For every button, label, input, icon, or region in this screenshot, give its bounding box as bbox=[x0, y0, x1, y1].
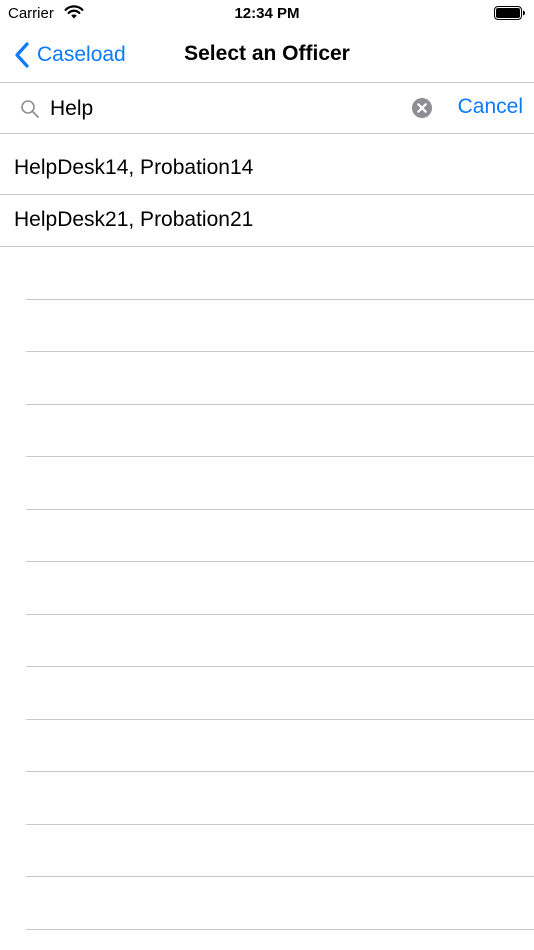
cancel-button[interactable]: Cancel bbox=[458, 95, 523, 119]
empty-row bbox=[26, 405, 534, 457]
empty-row bbox=[26, 615, 534, 667]
search-input[interactable] bbox=[50, 94, 350, 124]
list-item-label: HelpDesk14, Probation14 bbox=[14, 155, 254, 179]
empty-row bbox=[26, 247, 534, 300]
empty-row bbox=[26, 667, 534, 720]
battery-icon bbox=[494, 6, 525, 20]
results-list: HelpDesk14, Probation14 HelpDesk21, Prob… bbox=[0, 142, 534, 247]
empty-table-area bbox=[0, 247, 534, 930]
search-icon bbox=[21, 100, 39, 118]
empty-row bbox=[26, 720, 534, 772]
clear-icon[interactable] bbox=[411, 97, 433, 119]
empty-row bbox=[26, 825, 534, 877]
empty-row bbox=[26, 772, 534, 825]
list-item[interactable]: HelpDesk21, Probation21 bbox=[0, 195, 534, 247]
empty-row bbox=[26, 562, 534, 615]
empty-row bbox=[26, 877, 534, 930]
empty-row bbox=[26, 457, 534, 510]
empty-row bbox=[26, 352, 534, 405]
list-item[interactable]: HelpDesk14, Probation14 bbox=[0, 142, 534, 195]
list-item-label: HelpDesk21, Probation21 bbox=[14, 208, 254, 232]
search-bar bbox=[0, 84, 534, 134]
status-bar: Carrier 12:34 PM bbox=[0, 0, 534, 28]
status-time: 12:34 PM bbox=[234, 5, 300, 22]
navigation-bar: Caseload Select an Officer bbox=[0, 28, 534, 83]
empty-row bbox=[26, 300, 534, 352]
page-title: Select an Officer bbox=[184, 42, 350, 65]
empty-row bbox=[26, 510, 534, 562]
search-field[interactable] bbox=[14, 91, 440, 127]
